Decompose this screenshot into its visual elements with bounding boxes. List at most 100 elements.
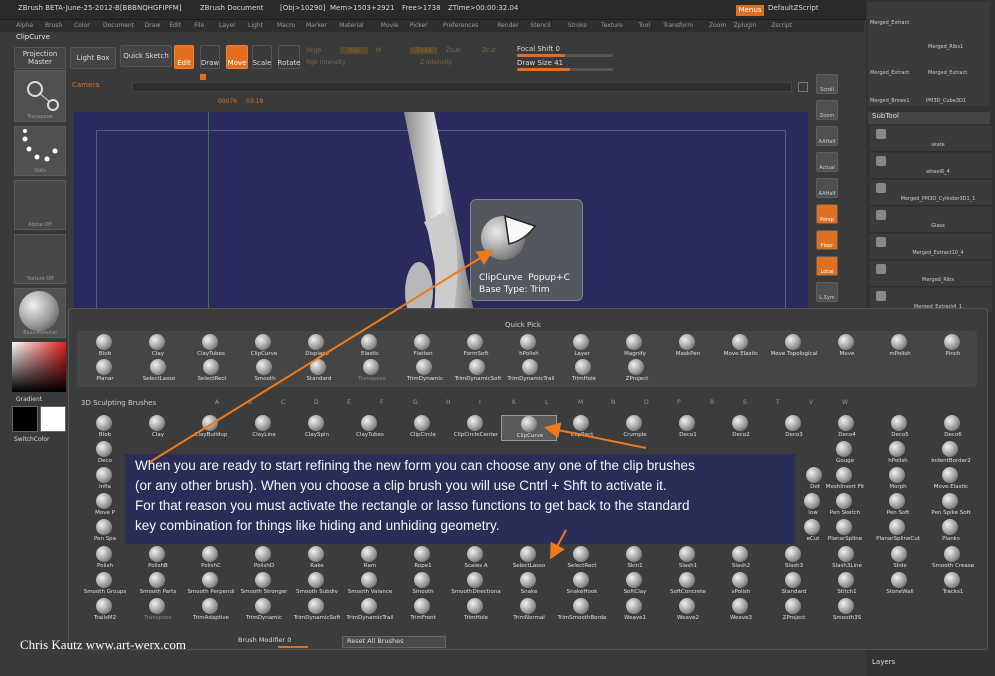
brush-item[interactable]: Deco3 (766, 415, 822, 441)
subtool-row[interactable]: Glass (870, 207, 992, 233)
alpha-tile[interactable]: Alpha Off (14, 180, 66, 230)
brush-item[interactable]: Pen Soft (870, 493, 926, 519)
alphabet-letter[interactable]: F (380, 399, 383, 406)
brush-item[interactable]: Rake (289, 546, 345, 572)
draw-button[interactable]: Draw (200, 45, 220, 69)
brush-item[interactable]: SelectLasso (131, 359, 187, 385)
subtool-row[interactable]: skate (870, 126, 992, 152)
subtool-row[interactable]: Merged_Ribs (870, 261, 992, 287)
brush-item[interactable]: Smooth Perpendi (183, 572, 239, 598)
brush-item[interactable]: Planar (77, 359, 133, 385)
brush-item[interactable]: StoneWall (872, 572, 928, 598)
lightbox-button[interactable]: Light Box (70, 47, 116, 69)
brush-item[interactable]: FormSoft (448, 334, 504, 360)
brush-item[interactable]: Smooth Subdiv (289, 572, 345, 598)
brush-item[interactable]: Standard (291, 359, 347, 385)
view-button[interactable]: Actual (816, 152, 838, 172)
brush-item[interactable]: Deco4 (819, 415, 875, 441)
brush-item[interactable]: ClayLine (236, 415, 292, 441)
color-picker[interactable] (12, 342, 66, 392)
brush-item[interactable]: PolishC (183, 546, 239, 572)
brush-item[interactable]: TrimSmoothBorde (554, 598, 610, 624)
brush-item[interactable]: Magnify (607, 334, 663, 360)
menu-item[interactable]: Zoom (709, 22, 726, 29)
brush-item[interactable]: Tracks1 (925, 572, 981, 598)
brush-item[interactable]: Move (819, 334, 875, 360)
mrgb-button[interactable]: Mrgb (306, 47, 321, 54)
menu-item[interactable]: Movie (381, 22, 399, 29)
alphabet-letter[interactable]: I (479, 399, 481, 406)
brush-item[interactable]: mPolish (872, 334, 928, 360)
brush-item[interactable]: SelectRect (184, 359, 240, 385)
brush-item[interactable]: TrimHole (448, 598, 504, 624)
brush-item[interactable]: SelectRect (554, 546, 610, 572)
brush-item[interactable]: Transpose (344, 359, 400, 385)
subtool-row[interactable]: wheel6_4 (870, 153, 992, 179)
zcut-button[interactable]: Zcut (482, 47, 496, 54)
primary-color-swatch[interactable] (12, 406, 38, 432)
brush-item[interactable]: Standard (766, 572, 822, 598)
quick-sketch-button[interactable]: Quick Sketch (120, 45, 172, 67)
rgb-intensity-slider[interactable]: Rgb Intensity (306, 59, 346, 66)
view-button[interactable]: AAHalf (816, 126, 838, 146)
brush-item[interactable]: SoftClay (607, 572, 663, 598)
alphabet-letter[interactable]: G (413, 399, 418, 406)
tool-thumb-label[interactable]: Merged_Ribs1 (928, 44, 963, 50)
alphabet-letter[interactable]: W (842, 399, 848, 406)
brush-item[interactable]: TrimDynamicSoft (289, 598, 345, 624)
brush-item[interactable]: hPolish (501, 334, 557, 360)
brush-item[interactable]: Smooth Groups (77, 572, 133, 598)
brush-item[interactable]: Slash1 (660, 546, 716, 572)
timeline-track[interactable] (132, 82, 792, 92)
layers-header[interactable]: Layers (868, 658, 990, 670)
draw-size-label[interactable]: Draw Size 41 (517, 59, 563, 67)
brush-item[interactable]: Smooth Valance (342, 572, 398, 598)
brush-item[interactable]: Deco1 (660, 415, 716, 441)
brush-item[interactable]: TrimHole (556, 359, 612, 385)
brush-item[interactable]: Flatten (395, 334, 451, 360)
view-button[interactable]: L.Sym (816, 282, 838, 302)
brush-item[interactable]: Scales A (448, 546, 504, 572)
brush-item[interactable]: Clay (130, 415, 186, 441)
subtool-row[interactable]: Merged_Extract10_4 (870, 234, 992, 260)
brush-item[interactable]: Move Elastic (923, 467, 979, 493)
tool-thumb-label[interactable]: PM3D_Cube3D1 (926, 98, 966, 104)
timeline-marker[interactable] (200, 74, 206, 80)
brush-item[interactable]: Rope1 (395, 546, 451, 572)
brush-item[interactable]: TrimAdaptive (183, 598, 239, 624)
alphabet-letter[interactable]: R (710, 399, 714, 406)
brush-item[interactable]: Crumple (607, 415, 663, 441)
alphabet-letter[interactable]: V (809, 399, 813, 406)
menu-item[interactable]: Texture (601, 22, 623, 29)
menu-item[interactable]: Layer (219, 22, 236, 29)
brush-item[interactable]: Move Elastic (713, 334, 769, 360)
brush-item[interactable]: ClaySpin (289, 415, 345, 441)
tool-thumb-label[interactable]: Merged_Extract (870, 70, 909, 76)
brush-item[interactable]: Planks (923, 519, 979, 545)
brush-item[interactable]: hPolish (870, 441, 926, 467)
menu-item[interactable]: Material (339, 22, 363, 29)
brush-item[interactable]: TrimDynamicSoft (450, 359, 506, 385)
view-button[interactable]: Zoom (816, 100, 838, 120)
brush-item[interactable]: Morph (870, 467, 926, 493)
view-button[interactable]: Floor (816, 230, 838, 250)
brush-item[interactable]: Smooth (237, 359, 293, 385)
brush-item[interactable]: Deco2 (713, 415, 769, 441)
brush-item[interactable]: ClayBuildup (183, 415, 239, 441)
texture-tile[interactable]: Texture Off (14, 234, 66, 284)
brush-item[interactable]: PolishD (236, 546, 292, 572)
alphabet-letter[interactable]: H (446, 399, 451, 406)
brush-item[interactable]: SmoothDirectiona (448, 572, 504, 598)
brush-item[interactable]: Slide (872, 546, 928, 572)
rgb-button[interactable]: Rgb (340, 47, 368, 54)
alphabet-letter[interactable]: K (512, 399, 516, 406)
tool-thumb-label[interactable]: Merged_Extract (928, 70, 967, 76)
brush-item[interactable]: MeshInsert Fit (817, 467, 873, 493)
brush-item[interactable]: Weave1 (607, 598, 663, 624)
brush-modifier-slider[interactable] (278, 646, 308, 648)
alphabet-letter[interactable]: P (677, 399, 681, 406)
brush-item[interactable]: Layer (554, 334, 610, 360)
menu-item[interactable]: Zscript (771, 22, 792, 29)
brush-item[interactable]: MaskPen (660, 334, 716, 360)
brush-item[interactable]: TrimDynamicTrail (342, 598, 398, 624)
